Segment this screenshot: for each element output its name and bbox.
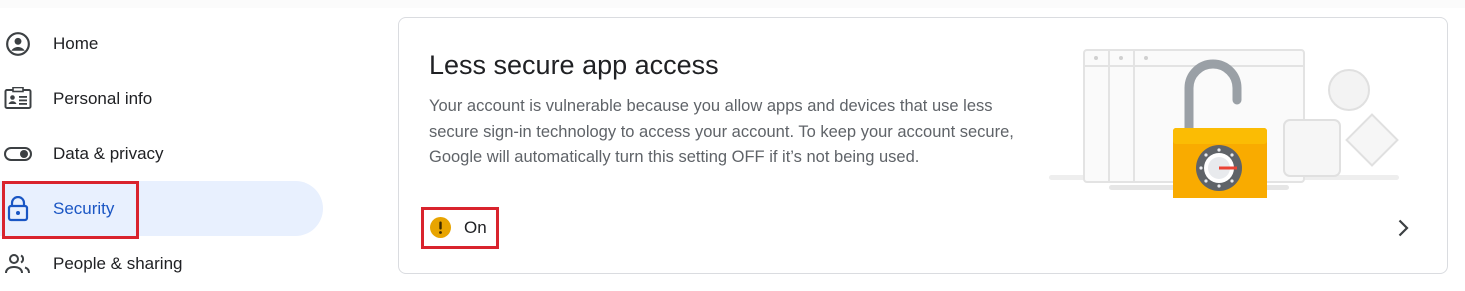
top-strip <box>0 0 1465 8</box>
id-card-icon <box>4 85 32 113</box>
sidebar-item-personal-info[interactable]: Personal info <box>0 71 330 126</box>
account-circle-icon <box>4 30 32 58</box>
card-description: Your account is vulnerable because you a… <box>429 97 1014 166</box>
warning-icon <box>430 217 451 238</box>
people-icon <box>4 250 32 278</box>
sidebar-item-people-sharing[interactable]: People & sharing <box>0 236 330 291</box>
sidebar-nav: Home Personal info Data & privacy Securi… <box>0 16 330 291</box>
sidebar-item-data-privacy[interactable]: Data & privacy <box>0 126 330 181</box>
sidebar-item-label: People & sharing <box>53 253 183 273</box>
chevron-right-icon[interactable] <box>1391 216 1415 240</box>
status-indicator: On <box>430 217 487 238</box>
toggle-icon <box>4 140 32 168</box>
sidebar-item-label: Personal info <box>53 88 153 108</box>
sidebar-item-home[interactable]: Home <box>0 16 330 71</box>
card-title: Less secure app access <box>429 50 719 80</box>
sidebar-item-label: Security <box>53 198 115 218</box>
less-secure-app-access-card[interactable]: Less secure app access Your account is v… <box>398 17 1448 274</box>
sidebar-item-security[interactable]: Security <box>0 181 323 236</box>
lock-icon <box>4 195 32 223</box>
status-label: On <box>464 217 487 237</box>
sidebar-item-label: Data & privacy <box>53 143 164 163</box>
sidebar-item-label: Home <box>53 33 99 53</box>
padlock-illustration <box>1049 49 1399 198</box>
